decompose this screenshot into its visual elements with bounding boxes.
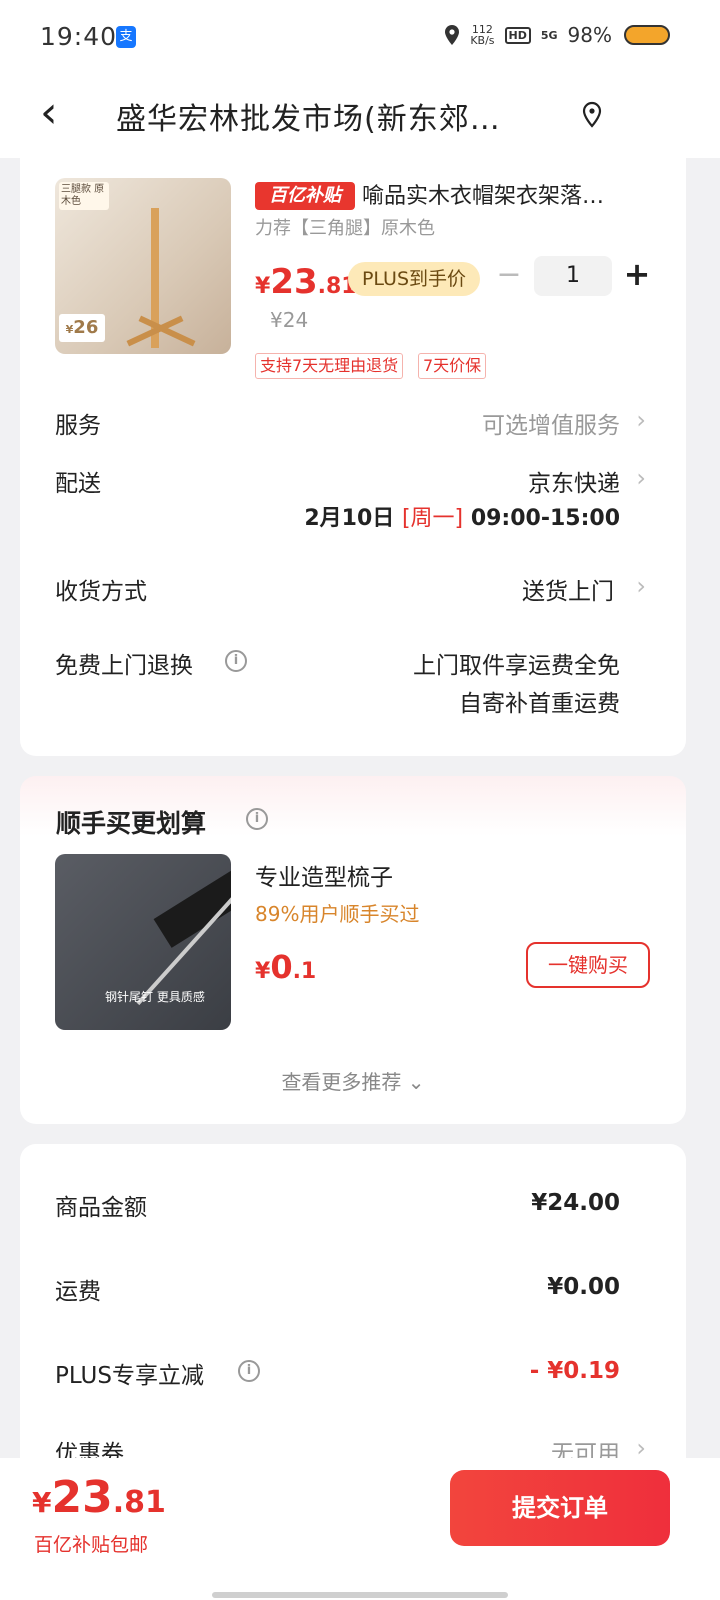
service-tag-return: 支持7天无理由退货 [255, 353, 404, 379]
submit-order-button[interactable]: 提交订单 [450, 1470, 670, 1546]
plus-discount-value: - ¥0.19 [529, 1358, 620, 1384]
service-value[interactable]: 可选增值服务 [482, 406, 620, 440]
shipping-label: 运费 [55, 1279, 101, 1305]
price-summary-card: 商品金额 ¥24.00 运费 ¥0.00 PLUS专享立减 i - ¥0.19 … [20, 1144, 686, 1484]
quantity-input[interactable]: 1 [534, 256, 612, 296]
product-image-tag: 三腿款 原木色 [59, 182, 109, 210]
recommend-item-name[interactable]: 专业造型梳子 [255, 858, 393, 892]
info-icon[interactable]: i [246, 808, 268, 830]
price-decimal: .1 [292, 959, 317, 984]
free-return-label: 免费上门退换 [55, 653, 193, 679]
hd-icon: HD [504, 26, 531, 44]
total-decimal: .81 [112, 1485, 166, 1520]
status-bar: 19:40 支 112 KB/s HD 5G 98% [0, 0, 720, 76]
back-icon[interactable]: ‹ [40, 88, 58, 138]
page-title[interactable]: 盛华宏林批发市场(新东郊… [116, 94, 556, 138]
comb-image-caption: 钢针尾钉 更具质感 [105, 990, 205, 1004]
service-label: 服务 [55, 413, 101, 439]
more-recommend-label: 查看更多推荐 [281, 1070, 402, 1094]
chevron-right-icon[interactable]: › [636, 572, 646, 600]
price-currency: ¥ [255, 959, 271, 984]
service-tag-price-protect: 7天价保 [418, 353, 487, 379]
product-spec[interactable]: 力荐【三角腿】原木色 [255, 214, 435, 240]
battery-icon-wrap [622, 22, 670, 48]
total-price: ¥23.81 [32, 1472, 166, 1523]
battery-percent: 98% [567, 23, 612, 47]
location-pin-icon[interactable] [580, 100, 604, 130]
home-indicator[interactable] [212, 1592, 508, 1598]
recommend-title: 顺手买更划算 [56, 809, 207, 838]
delivery-weekday: [周一] [401, 506, 464, 531]
comb-image[interactable]: 钢针尾钉 更具质感 [55, 854, 231, 1030]
receive-method-label: 收货方式 [55, 579, 147, 605]
chevron-right-icon[interactable]: › [636, 464, 646, 492]
quantity-decrease-button[interactable]: − [495, 258, 523, 292]
product-title[interactable]: 喻品实木衣帽架衣架落… [362, 178, 652, 210]
product-image-price-value: 26 [73, 317, 99, 338]
plus-discount-label: PLUS专享立减 [55, 1363, 204, 1389]
network-speed-unit: KB/s [470, 34, 495, 47]
product-image[interactable]: 三腿款 原木色 ¥26 [55, 178, 231, 354]
delivery-label: 配送 [55, 471, 101, 497]
one-click-buy-button[interactable]: 一键购买 [526, 942, 650, 988]
comb-teeth [153, 866, 231, 948]
goods-amount-label: 商品金额 [55, 1195, 147, 1221]
goods-amount-value: ¥24.00 [531, 1190, 620, 1216]
shipping-value: ¥0.00 [547, 1274, 620, 1300]
more-recommend-link[interactable]: 查看更多推荐 ⌄ [20, 1066, 686, 1095]
delivery-date-day: 2月10日 [304, 506, 395, 531]
status-right: 112 KB/s HD 5G 98% [444, 22, 670, 48]
alipay-app-icon: 支 [116, 26, 136, 48]
checkout-bar: ¥23.81 百亿补贴包邮 提交订单 [0, 1458, 720, 1600]
recommend-item-price: ¥0.1 [255, 948, 316, 986]
price-currency: ¥ [255, 274, 271, 299]
signal-5g-icon: 5G [540, 28, 558, 42]
location-status-icon [445, 25, 460, 45]
total-integer: 23 [51, 1472, 113, 1523]
receive-method-value[interactable]: 送货上门 [522, 572, 614, 606]
network-speed: 112 KB/s [470, 24, 494, 46]
delivery-value[interactable]: 京东快递 [528, 464, 620, 498]
chevron-right-icon[interactable]: › [636, 406, 646, 434]
price-integer: 0 [270, 948, 293, 986]
delivery-time: 09:00-15:00 [470, 506, 620, 531]
status-time: 19:40 [40, 22, 118, 51]
battery-icon [624, 25, 670, 45]
total-note: 百亿补贴包邮 [34, 1534, 149, 1556]
product-price: ¥23.81 [255, 262, 357, 302]
recommend-card: 顺手买更划算 i 钢针尾钉 更具质感 专业造型梳子 89%用户顺手买过 ¥0.1… [20, 776, 686, 1124]
recommend-item-stat: 89%用户顺手买过 [255, 902, 420, 926]
original-price: ¥24 [270, 308, 309, 332]
plus-price-badge: PLUS到手价 [348, 262, 480, 296]
info-icon[interactable]: i [238, 1360, 260, 1382]
free-return-line1: 上门取件享运费全免 [413, 653, 620, 679]
free-return-line2: 自寄补首重运费 [459, 691, 620, 717]
total-currency: ¥ [32, 1486, 52, 1519]
subsidy-badge: 百亿补贴 [255, 182, 355, 210]
product-image-price: ¥26 [59, 314, 105, 342]
chevron-down-icon: ⌄ [407, 1070, 425, 1094]
info-icon[interactable]: i [225, 650, 247, 672]
price-integer: 23 [270, 262, 318, 302]
quantity-increase-button[interactable]: + [622, 254, 652, 294]
order-item-card: 三腿款 原木色 ¥26 百亿补贴 喻品实木衣帽架衣架落… 力荐【三角腿】原木色 … [20, 158, 686, 756]
nav-bar: ‹ 盛华宏林批发市场(新东郊… [0, 76, 720, 158]
delivery-date[interactable]: 2月10日 [周一] 09:00-15:00 [304, 500, 620, 532]
